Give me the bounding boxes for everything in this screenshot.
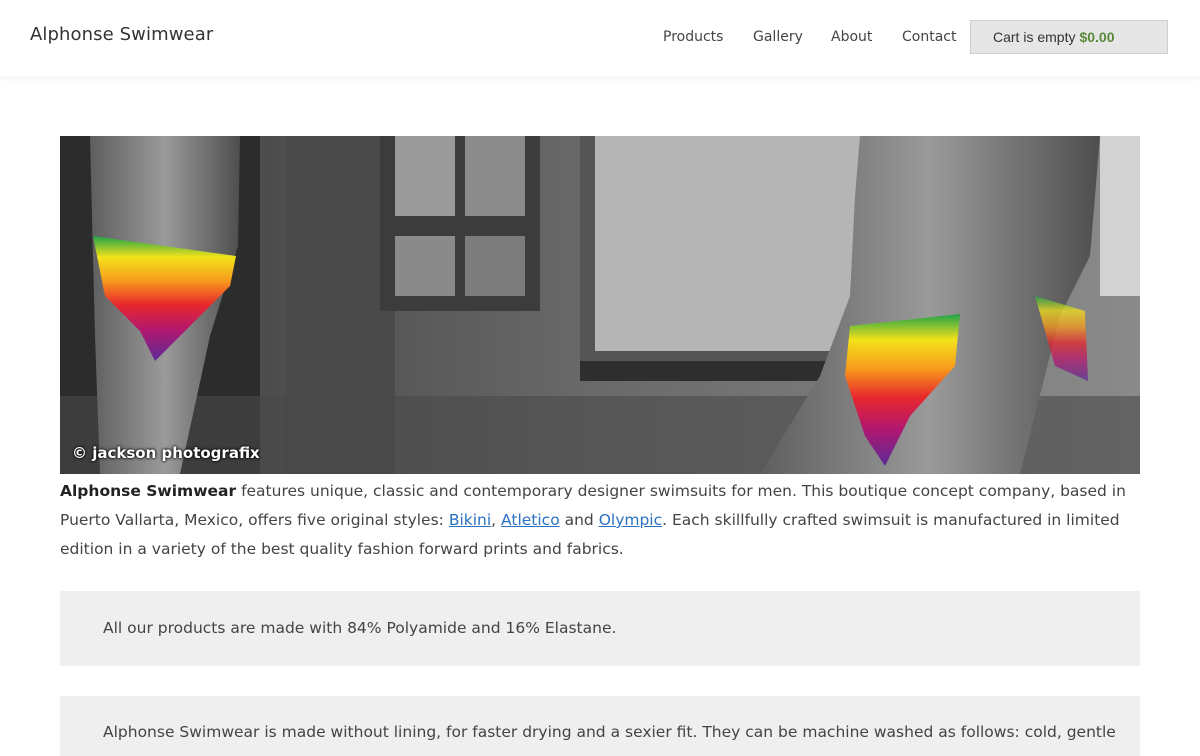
materials-box: All our products are made with 84% Polya… <box>60 591 1140 666</box>
intro-paragraph: Alphonse Swimwear features unique, class… <box>60 477 1140 564</box>
site-title-link[interactable]: Alphonse Swimwear <box>30 24 213 45</box>
atletico-link[interactable]: Atletico <box>501 511 560 529</box>
intro-sep-1: , <box>491 511 502 529</box>
cart-amount: $0.00 <box>1079 29 1115 45</box>
bikini-link[interactable]: Bikini <box>449 511 491 529</box>
olympic-link[interactable]: Olympic <box>599 511 662 529</box>
cart-button[interactable]: Cart is empty $0.00 <box>970 20 1168 54</box>
nav-gallery[interactable]: Gallery <box>753 29 803 45</box>
nav-about[interactable]: About <box>831 29 872 45</box>
hero-photo-illustration <box>60 136 1140 474</box>
nav-products[interactable]: Products <box>663 29 723 45</box>
site-header: Alphonse Swimwear Products Gallery About… <box>0 0 1200 76</box>
care-box: Alphonse Swimwear is made without lining… <box>60 696 1140 756</box>
hero-image: © jackson photografix <box>60 136 1140 474</box>
intro-brand: Alphonse Swimwear <box>60 482 237 500</box>
nav-contact[interactable]: Contact <box>902 29 956 45</box>
cart-label: Cart is empty <box>993 29 1076 45</box>
intro-sep-2: and <box>559 511 599 529</box>
photo-credit: © jackson photografix <box>72 444 260 462</box>
